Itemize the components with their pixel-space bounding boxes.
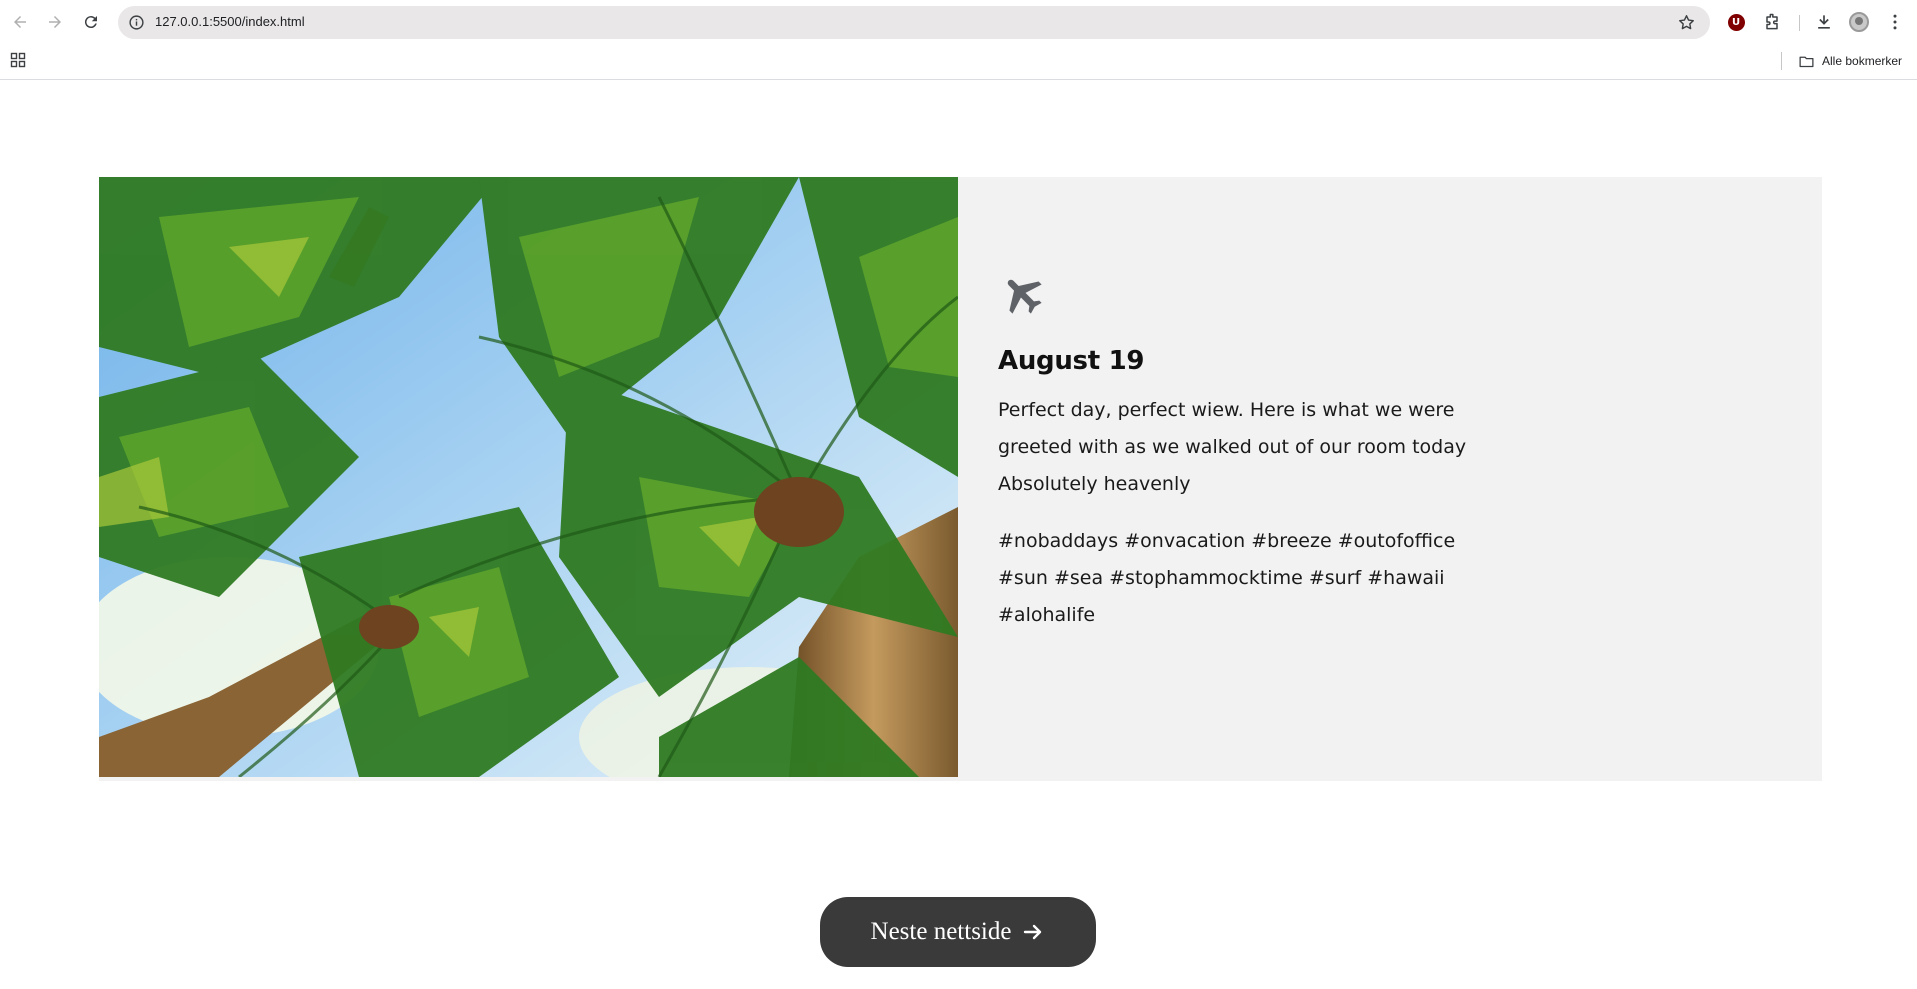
back-arrow-icon[interactable]: [8, 10, 32, 34]
reload-icon[interactable]: [79, 10, 103, 34]
download-icon[interactable]: [1813, 11, 1835, 33]
bookmarks-bar: Alle bokmerker: [0, 44, 1917, 80]
profile-avatar[interactable]: [1848, 11, 1870, 33]
apps-grid-icon[interactable]: [10, 52, 26, 68]
address-bar[interactable]: 127.0.0.1:5500/index.html: [118, 6, 1710, 39]
url-text[interactable]: 127.0.0.1:5500/index.html: [155, 14, 305, 29]
site-info-icon[interactable]: [128, 14, 145, 31]
arrow-right-icon: [1024, 924, 1042, 940]
post-text: Perfect day, perfect wiew. Here is what …: [998, 399, 1467, 495]
next-page-label: Neste nettside: [870, 918, 1012, 945]
next-page-button[interactable]: Neste nettside: [820, 897, 1096, 967]
folder-icon: [1799, 56, 1814, 67]
browser-toolbar: 127.0.0.1:5500/index.html U: [0, 0, 1917, 44]
bookmark-star-icon[interactable]: [1677, 13, 1696, 32]
extensions-icon[interactable]: [1761, 11, 1783, 33]
forward-arrow-icon[interactable]: [43, 10, 67, 34]
post-date: August 19: [998, 346, 1145, 376]
airplane-icon: [1007, 279, 1042, 314]
more-menu-icon[interactable]: [1884, 11, 1906, 33]
palm-trees-photo: [99, 177, 958, 777]
extension-badge: U: [1727, 13, 1745, 31]
post-content: August 19 Perfect day, perfect wiew. Her…: [998, 270, 1518, 634]
ublock-icon[interactable]: U: [1725, 11, 1747, 33]
all-bookmarks-label: Alle bokmerker: [1822, 54, 1903, 68]
all-bookmarks-button[interactable]: Alle bokmerker: [1798, 51, 1902, 71]
post-hashtags: #nobaddays #onvacation #breeze #outofoff…: [998, 530, 1456, 626]
post-card: August 19 Perfect day, perfect wiew. Her…: [99, 177, 1822, 781]
